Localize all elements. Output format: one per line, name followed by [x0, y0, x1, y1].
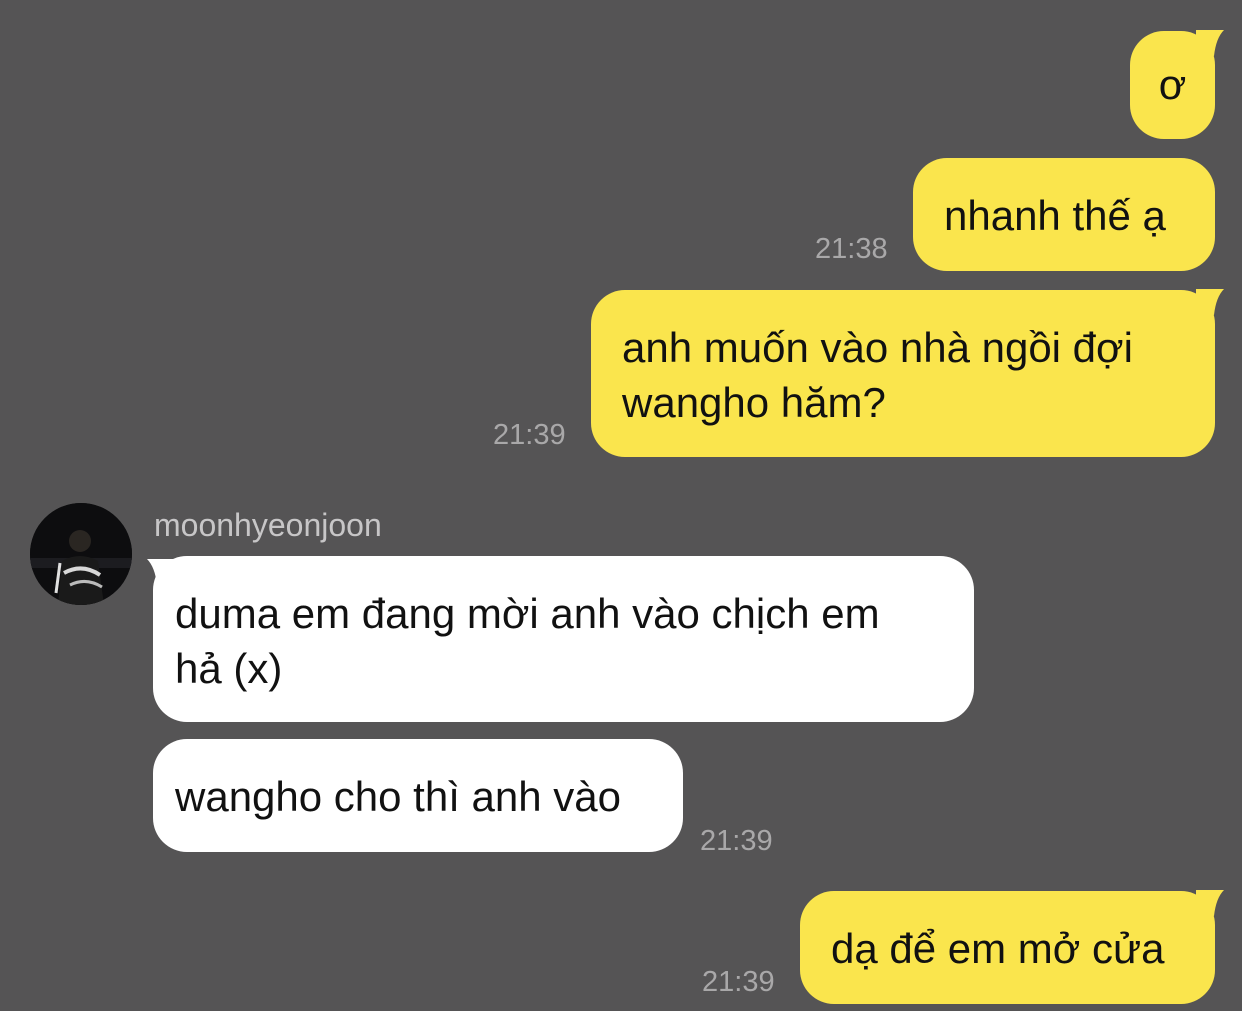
message-bubble-sent[interactable]: dạ để em mở cửa [800, 891, 1215, 1004]
message-text: ơ [1158, 61, 1187, 108]
bubble-tail-icon [1196, 30, 1224, 56]
message-timestamp: 21:39 [700, 825, 773, 857]
profile-photo-avatar-icon [30, 503, 132, 605]
sender-name: moonhyeonjoon [154, 507, 382, 543]
message-bubble-received[interactable]: wangho cho thì anh vào [153, 739, 683, 852]
message-text-line: duma em đang mời anh vào chịch em [175, 590, 880, 637]
contact-avatar[interactable] [30, 503, 132, 605]
message-timestamp: 21:39 [702, 966, 775, 998]
message-timestamp: 21:39 [493, 419, 566, 451]
message-text: wangho cho thì anh vào [175, 773, 622, 820]
bubble-tail-icon [1196, 890, 1224, 916]
message-text-line: wangho hăm? [622, 379, 886, 426]
message-text-line: anh muốn vào nhà ngồi đợi [622, 324, 1133, 371]
message-text-line: hả (x) [175, 645, 283, 692]
message-timestamp: 21:38 [815, 233, 888, 265]
bubble-tail-icon [1196, 289, 1224, 315]
message-bubble-received[interactable]: duma em đang mời anh vào chịch em hả (x) [153, 556, 974, 722]
message-bubble-sent[interactable]: anh muốn vào nhà ngồi đợi wangho hăm? [591, 290, 1215, 457]
message-text: nhanh thế ạ [944, 192, 1166, 239]
message-bubble-sent[interactable]: nhanh thế ạ [913, 158, 1215, 271]
message-text: dạ để em mở cửa [831, 925, 1165, 972]
